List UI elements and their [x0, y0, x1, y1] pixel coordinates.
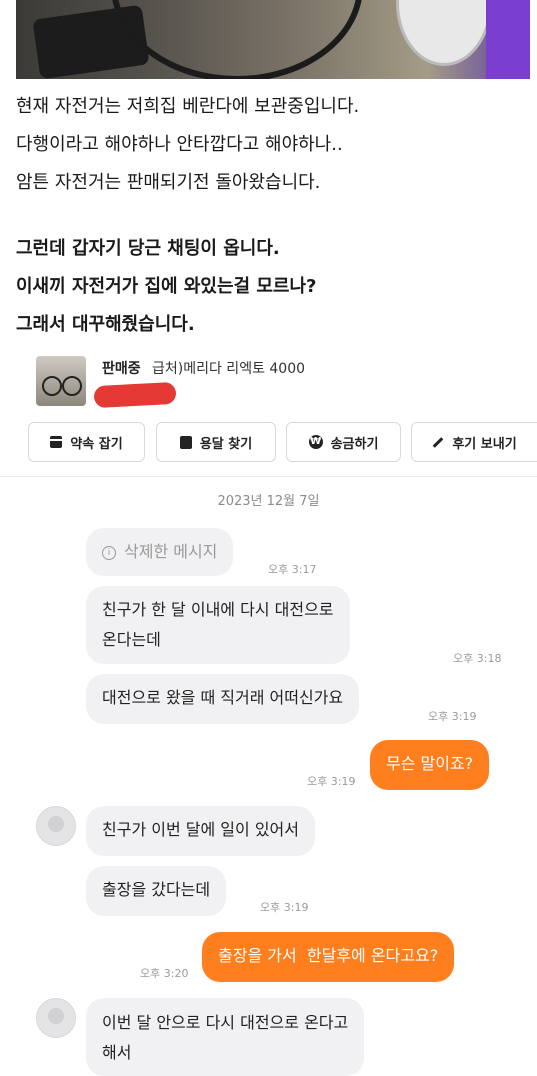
story-line-4: 그런데 갑자기 당근 채팅이 옵니다. — [16, 238, 280, 259]
message-text: 무슨 말이죠? — [386, 754, 474, 773]
story-line-1: 현재 자전거는 저희집 베란다에 보관중입니다. — [16, 96, 360, 117]
message-bubble[interactable]: 대전으로 왔을 때 직거래 어떠신가요 — [86, 674, 360, 724]
user-avatar[interactable] — [36, 806, 76, 846]
plate-shape — [396, 0, 492, 66]
story-line-3: 암튼 자전거는 판매되기전 돌아왔습니다. — [16, 172, 321, 193]
make-appointment-button[interactable]: 약속 잡기 — [28, 422, 145, 462]
bag-icon — [179, 435, 192, 449]
message-time: 오후 3:20 — [140, 967, 189, 980]
listing-title[interactable]: 급처)메리다 리엑토 4000 — [152, 358, 305, 378]
won-icon: ₩ — [308, 435, 323, 449]
message-time: 오후 3:19 — [260, 901, 309, 914]
listing-status: 판매중 — [102, 361, 141, 377]
my-message-bubble[interactable]: 무슨 말이죠? — [370, 740, 490, 790]
bottle-shape — [486, 0, 530, 79]
bicycle-photo — [16, 0, 530, 79]
calendar-icon — [50, 436, 63, 448]
message-bubble[interactable]: 이번 달 안으로 다시 대전으로 온다고 해서 — [86, 998, 365, 1076]
chat-date: 2023년 12월 7일 — [217, 494, 320, 509]
message-time: 오후 3:17 — [268, 563, 317, 576]
message-text: 출장을 갔다는데 — [102, 880, 211, 899]
header-divider — [0, 476, 537, 477]
action-label: 후기 보내기 — [452, 436, 517, 452]
user-avatar[interactable] — [36, 998, 76, 1038]
action-label: 용달 찾기 — [199, 436, 253, 452]
message-text: 출장을 가서 한달후에 온다고요? — [218, 946, 439, 965]
info-icon: i — [102, 545, 116, 560]
my-message-bubble[interactable]: 출장을 가서 한달후에 온다고요? — [202, 932, 455, 982]
deleted-message-bubble[interactable]: i 삭제한 메시지 — [86, 528, 234, 576]
message-text-line: 이번 달 안으로 다시 대전으로 온다고 — [102, 1013, 349, 1032]
pencil-icon — [433, 436, 444, 448]
find-delivery-button[interactable]: 용달 찾기 — [156, 422, 276, 462]
message-text-line: 친구가 한 달 이내에 다시 대전으로 — [102, 600, 334, 619]
wheel-shape — [111, 0, 363, 79]
message-bubble[interactable]: 친구가 이번 달에 일이 있어서 — [86, 806, 315, 856]
message-text-line: 온다는데 — [102, 630, 161, 649]
story-line-6: 그래서 대꾸해줬습니다. — [16, 314, 195, 335]
message-text-line: 해서 — [102, 1043, 132, 1062]
message-time: 오후 3:19 — [428, 710, 477, 723]
story-line-5: 이새끼 자전거가 집에 와있는걸 모르나? — [16, 276, 317, 297]
send-review-button[interactable]: 후기 보내기 — [411, 422, 537, 462]
message-bubble[interactable]: 출장을 갔다는데 — [86, 866, 227, 916]
message-text: 친구가 이번 달에 일이 있어서 — [102, 820, 299, 839]
message-time: 오후 3:18 — [453, 652, 502, 665]
message-text: 삭제한 메시지 — [124, 542, 218, 561]
send-money-button[interactable]: ₩ 송금하기 — [286, 422, 401, 462]
listing-thumbnail[interactable] — [36, 356, 86, 406]
message-text: 대전으로 왔을 때 직거래 어떠신가요 — [102, 688, 344, 707]
action-label: 송금하기 — [330, 436, 379, 452]
message-bubble[interactable]: 친구가 한 달 이내에 다시 대전으로 온다는데 — [86, 586, 350, 664]
price-redaction — [93, 381, 177, 409]
action-label: 약속 잡기 — [70, 436, 123, 452]
story-line-2: 다행이라고 해야하나 안타깝다고 해야하나.. — [16, 134, 343, 155]
message-time: 오후 3:19 — [307, 775, 356, 788]
